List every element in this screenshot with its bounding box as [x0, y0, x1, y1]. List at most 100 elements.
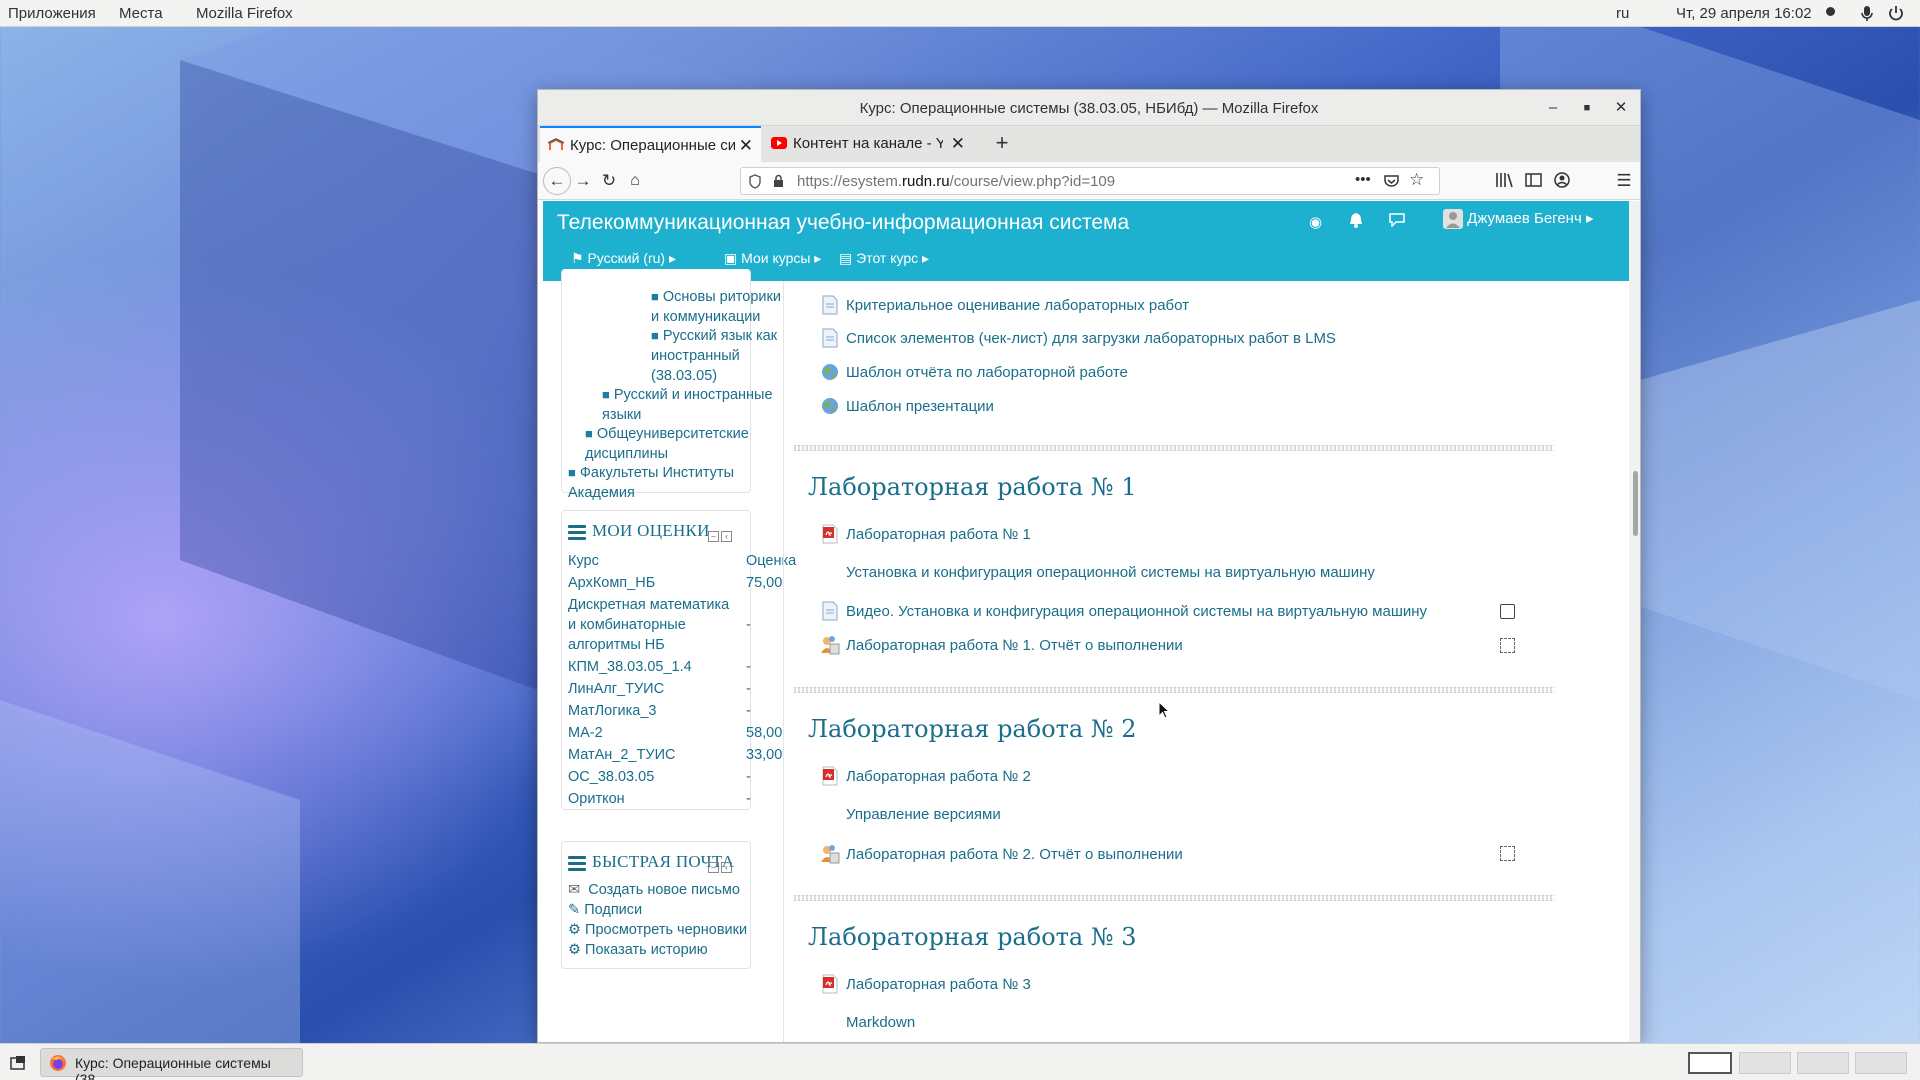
url-bar[interactable]: https://esystem.rudn.ru/course/view.php?… — [740, 167, 1440, 195]
folder-icon: ■ — [651, 328, 659, 343]
label-link[interactable]: Установка и конфигурация операционной си… — [846, 564, 1375, 581]
pocket-icon[interactable] — [1384, 174, 1399, 188]
section-title: Лабораторная работа № 1 — [808, 473, 1137, 501]
avatar — [1443, 209, 1463, 230]
category-link-cont[interactable]: Академия — [568, 483, 635, 503]
category-link-cont[interactable]: языки — [602, 405, 641, 425]
power-icon[interactable] — [1888, 5, 1904, 22]
collapse-icon[interactable]: – — [708, 862, 719, 873]
bottom-taskbar: Курс: Операционные системы (38.... — [0, 1043, 1920, 1080]
completion-checkbox[interactable] — [1500, 604, 1515, 619]
label-link[interactable]: Управление версиями — [846, 806, 1001, 823]
microphone-icon[interactable] — [1860, 5, 1874, 22]
workspace-2[interactable] — [1739, 1052, 1791, 1074]
page-actions-icon[interactable]: ••• — [1355, 171, 1371, 188]
course-categories-block: ■ Основы риторики и коммуникации ■ Русск… — [561, 269, 781, 501]
category-link[interactable]: ■ Основы риторики — [651, 287, 781, 307]
section-title: Лабораторная работа № 3 — [808, 923, 1137, 951]
briefcase-icon: ▣ — [724, 250, 738, 266]
keyboard-layout-indicator[interactable]: ru — [1616, 5, 1629, 22]
assignment-icon — [821, 845, 840, 864]
workspace-1[interactable] — [1688, 1052, 1732, 1074]
status-dot-icon — [1826, 7, 1835, 16]
sidebar-toggle-icon[interactable] — [1525, 172, 1547, 194]
cogs-icon: ⚙ — [568, 922, 581, 938]
folder-icon: ■ — [602, 387, 610, 402]
clock[interactable]: Чт, 29 апреля 16:02 — [1676, 5, 1812, 22]
category-link[interactable]: ■ Факультеты Институты — [568, 463, 734, 483]
block-controls: – ‹ — [706, 856, 732, 873]
page-icon — [822, 328, 838, 348]
places-menu[interactable]: Места — [119, 5, 163, 22]
page-scrollbar[interactable] — [1629, 201, 1640, 1042]
history-link[interactable]: ⚙ Показать историю — [568, 940, 708, 960]
envelope-icon: ✉ — [568, 882, 581, 898]
back-button[interactable]: ← — [543, 167, 571, 195]
web-page: Телекоммуникационная учебно-информационн… — [538, 201, 1629, 1042]
language-menu[interactable]: ⚑ Русский (ru) ▸ — [571, 250, 676, 267]
applications-menu[interactable]: Приложения — [8, 5, 96, 22]
home-button[interactable]: ⌂ — [624, 170, 646, 192]
category-link-cont[interactable]: иностранный — [651, 346, 740, 366]
menu-hamburger-icon[interactable]: ☰ — [1613, 170, 1635, 192]
site-brand[interactable]: Телекоммуникационная учебно-информационн… — [557, 211, 1129, 235]
maximize-button[interactable]: ■ — [1577, 98, 1597, 118]
forward-button[interactable]: → — [572, 170, 594, 192]
category-link[interactable]: ■ Общеуниверситетские — [585, 424, 749, 444]
close-tab-icon[interactable]: ✕ — [951, 134, 965, 154]
section-divider — [794, 687, 1554, 693]
lock-icon[interactable] — [773, 174, 784, 188]
user-menu[interactable]: Джумаев Бегенч ▸ — [1443, 209, 1593, 230]
minimize-button[interactable]: – — [1543, 98, 1563, 118]
label-link[interactable]: Markdown — [846, 1014, 915, 1031]
library-icon[interactable] — [1495, 172, 1517, 194]
new-tab-button[interactable]: + — [991, 132, 1013, 154]
navigation-toolbar: ← → ↻ ⌂ https://esystem.rudn.ru/course/v… — [538, 162, 1640, 200]
window-titlebar: Курс: Операционные системы (38.03.05, НБ… — [538, 90, 1640, 126]
dock-icon[interactable]: ‹ — [721, 531, 732, 542]
category-link[interactable]: ■ Русский язык как — [651, 326, 777, 346]
workspace-4[interactable] — [1855, 1052, 1907, 1074]
bookmark-star-icon[interactable]: ☆ — [1409, 170, 1424, 190]
pdf-icon — [822, 766, 838, 786]
category-link-cont[interactable]: и коммуникации — [651, 307, 760, 327]
auto-completion-icon — [1500, 638, 1515, 653]
compose-link[interactable]: ✉ Создать новое письмо — [568, 880, 740, 900]
tab-label: Контент на канале - You — [793, 135, 943, 152]
category-link-cont[interactable]: (38.03.05) — [651, 366, 717, 386]
my-courses-menu[interactable]: ▣ Мои курсы ▸ — [724, 250, 821, 267]
category-link[interactable]: ■ Русский и иностранные — [602, 385, 773, 405]
category-link-cont[interactable]: дисциплины — [585, 444, 668, 464]
tab-course[interactable]: Курс: Операционные систе ✕ — [540, 126, 761, 162]
bell-icon[interactable] — [1349, 212, 1363, 228]
dock-icon[interactable]: ‹ — [721, 862, 732, 873]
active-app-menu[interactable]: Mozilla Firefox — [196, 5, 293, 22]
help-icon[interactable]: ◉ — [1309, 213, 1322, 231]
book-icon: ▤ — [839, 250, 853, 266]
close-tab-icon[interactable]: ✕ — [739, 136, 753, 156]
shield-icon[interactable] — [749, 174, 761, 189]
collapse-icon[interactable]: – — [708, 531, 719, 542]
url-globe-icon — [822, 398, 838, 414]
taskbar-window-button[interactable]: Курс: Операционные системы (38.... — [40, 1048, 303, 1080]
signatures-link[interactable]: ✎ Подписи — [568, 900, 642, 920]
my-grades-block: МОИ ОЦЕНКИ – ‹ Курс Оценка АрхКомп_НБ 75,0… — [561, 510, 796, 810]
col-course[interactable]: Курс — [568, 551, 599, 571]
close-window-button[interactable]: ✕ — [1611, 98, 1631, 118]
cogs-icon: ⚙ — [568, 942, 581, 958]
scrollbar-thumb[interactable] — [1633, 471, 1638, 536]
flag-icon: ⚑ — [571, 250, 584, 266]
account-icon[interactable] — [1554, 172, 1576, 194]
this-course-menu[interactable]: ▤ Этот курс ▸ — [839, 250, 929, 267]
block-controls: – ‹ — [706, 525, 732, 542]
show-desktop-icon[interactable] — [10, 1055, 26, 1071]
tab-youtube[interactable]: Контент на канале - You ✕ — [763, 126, 973, 162]
pdf-icon — [822, 974, 838, 994]
block-menu-icon — [568, 522, 586, 543]
reload-button[interactable]: ↻ — [598, 170, 620, 192]
page-icon — [822, 601, 838, 621]
course-content: Критериальное оценивание лабораторных ра… — [783, 281, 1629, 1042]
messages-icon[interactable] — [1389, 212, 1405, 227]
workspace-3[interactable] — [1797, 1052, 1849, 1074]
drafts-link[interactable]: ⚙ Просмотреть черновики — [568, 920, 747, 940]
